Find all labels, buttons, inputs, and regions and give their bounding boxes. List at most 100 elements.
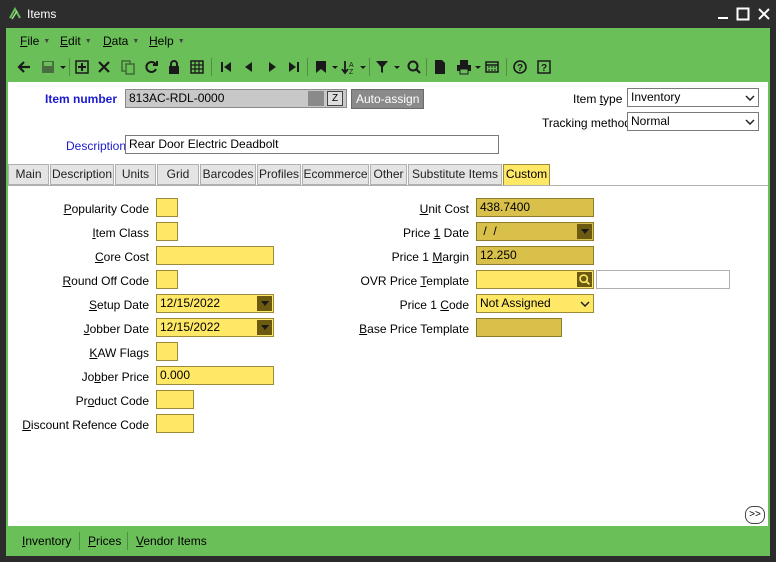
svg-text:Z: Z	[349, 69, 354, 75]
menu-help[interactable]: Help ▼	[149, 34, 185, 48]
base-price-template-input[interactable]	[476, 318, 562, 337]
discount-refence-code-input[interactable]	[156, 414, 194, 433]
tab-substitute-items[interactable]: Substitute Items	[408, 164, 502, 185]
ovr-price-template-description	[596, 270, 730, 289]
link-prices[interactable]: Prices	[88, 534, 121, 548]
maximize-icon[interactable]	[734, 5, 752, 23]
product-code-label: Product Code	[75, 394, 149, 408]
description-label: Description	[66, 139, 127, 153]
grid-icon[interactable]	[187, 57, 207, 77]
calendar-dropdown-icon[interactable]	[257, 320, 272, 335]
item-type-label: Item type	[573, 92, 623, 106]
chevron-down-icon[interactable]	[742, 90, 757, 105]
chevron-down-icon[interactable]	[742, 114, 757, 129]
minimize-icon[interactable]	[714, 5, 732, 23]
filter-icon[interactable]	[372, 57, 392, 77]
chevron-down-icon: ▼	[132, 38, 140, 45]
price-1-date-label: Price 1 Date	[402, 226, 469, 240]
menu-edit[interactable]: Edit ▼	[60, 34, 92, 48]
tab-divider	[8, 185, 768, 186]
auto-assign-button[interactable]: Auto-assign	[351, 89, 425, 109]
tab-barcodes[interactable]: Barcodes	[200, 164, 256, 185]
first-record-icon[interactable]	[216, 57, 236, 77]
unit-cost-label: Unit Cost	[419, 202, 469, 216]
copy-icon[interactable]	[118, 57, 138, 77]
price-1-code-label: Price 1 Code	[399, 298, 469, 312]
menu-data[interactable]: Data ▼	[103, 34, 139, 48]
last-record-icon[interactable]	[284, 57, 304, 77]
chevron-down-icon: ▼	[84, 38, 92, 45]
close-icon[interactable]	[755, 5, 773, 23]
jobber-price-label: Jobber Price	[81, 370, 149, 384]
lock-icon[interactable]	[164, 57, 184, 77]
item-number-label: Item number	[45, 92, 118, 106]
bookmark-icon[interactable]	[311, 57, 331, 77]
window-title: Items	[27, 7, 57, 21]
core-cost-label: Core Cost	[94, 250, 149, 264]
save-icon[interactable]	[38, 57, 58, 77]
kaw-flags-input[interactable]	[156, 342, 178, 361]
item-class-input[interactable]	[156, 222, 178, 241]
zoom-icon[interactable]: Z	[327, 91, 343, 106]
popularity-code-input[interactable]	[156, 198, 178, 217]
svg-text:A: A	[349, 62, 354, 69]
sort-icon[interactable]: AZ	[339, 57, 359, 77]
tab-grid[interactable]: Grid	[157, 164, 199, 185]
help-icon[interactable]: ?	[510, 57, 530, 77]
item-class-label: Item Class	[92, 226, 149, 240]
svg-text:?: ?	[541, 63, 547, 74]
price-1-margin-label: Price 1 Margin	[391, 250, 469, 264]
previous-record-icon[interactable]	[238, 57, 258, 77]
document-icon[interactable]	[430, 57, 450, 77]
jobber-date-input[interactable]: 12/15/2022	[156, 318, 274, 337]
print-icon[interactable]	[454, 57, 474, 77]
context-help-icon[interactable]: ?	[534, 57, 554, 77]
description-input[interactable]: Rear Door Electric Deadbolt	[125, 135, 499, 154]
add-icon[interactable]	[72, 57, 92, 77]
bottom-navigation-bar: Inventory Prices Vendor Items	[8, 528, 768, 554]
tracking-method-label: Tracking method	[542, 116, 631, 130]
search-icon[interactable]	[404, 57, 424, 77]
tab-custom[interactable]: Custom	[503, 164, 550, 186]
jobber-price-input[interactable]: 0.000	[156, 366, 274, 385]
tracking-method-select[interactable]: Normal	[627, 112, 759, 131]
tab-ecommerce[interactable]: Ecommerce	[302, 164, 369, 185]
toolbar: AZ ? ?	[8, 54, 768, 80]
setup-date-input[interactable]: 12/15/2022	[156, 294, 274, 313]
core-cost-input[interactable]	[156, 246, 274, 265]
chevron-down-icon[interactable]	[577, 296, 592, 311]
ovr-price-template-input[interactable]	[476, 270, 594, 289]
unit-cost-input[interactable]: 438.7400	[476, 198, 594, 217]
tab-other[interactable]: Other	[370, 164, 407, 185]
next-record-icon[interactable]	[263, 57, 283, 77]
link-vendor-items[interactable]: Vendor Items	[136, 534, 207, 548]
calendar-dropdown-icon[interactable]	[257, 296, 272, 311]
expand-button[interactable]: >>	[745, 506, 765, 524]
search-icon[interactable]	[577, 272, 592, 287]
menu-file[interactable]: File ▼	[20, 34, 50, 48]
price-1-date-input[interactable]: / /	[476, 222, 594, 241]
window-bottom-edge	[0, 556, 776, 562]
tab-units[interactable]: Units	[115, 164, 156, 185]
item-type-select[interactable]: Inventory	[627, 88, 759, 107]
refresh-icon[interactable]	[141, 57, 161, 77]
tab-profiles[interactable]: Profiles	[257, 164, 301, 185]
item-number-input[interactable]: 813AC-RDL-0000 Z	[125, 89, 347, 108]
tab-bar: Main Description Units Grid Barcodes Pro…	[8, 164, 768, 186]
svg-text:?: ?	[517, 63, 523, 74]
back-arrow-icon[interactable]	[14, 57, 34, 77]
item-form: Item number 813AC-RDL-0000 Z Auto-assign…	[8, 82, 768, 526]
tab-main[interactable]: Main	[8, 164, 49, 185]
link-inventory[interactable]: Inventory	[22, 534, 71, 548]
round-off-code-label: Round Off Code	[62, 274, 149, 288]
calculator-icon[interactable]	[482, 57, 502, 77]
tab-description[interactable]: Description	[50, 164, 114, 185]
price-1-code-select[interactable]: Not Assigned	[476, 294, 594, 313]
price-1-margin-input[interactable]: 12.250	[476, 246, 594, 265]
delete-icon[interactable]	[94, 57, 114, 77]
product-code-input[interactable]	[156, 390, 194, 409]
item-number-lookup-button[interactable]	[308, 91, 324, 106]
menu-bar: File ▼ Edit ▼ Data ▼ Help ▼	[8, 30, 768, 52]
round-off-code-input[interactable]	[156, 270, 178, 289]
calendar-dropdown-icon[interactable]	[577, 224, 592, 239]
